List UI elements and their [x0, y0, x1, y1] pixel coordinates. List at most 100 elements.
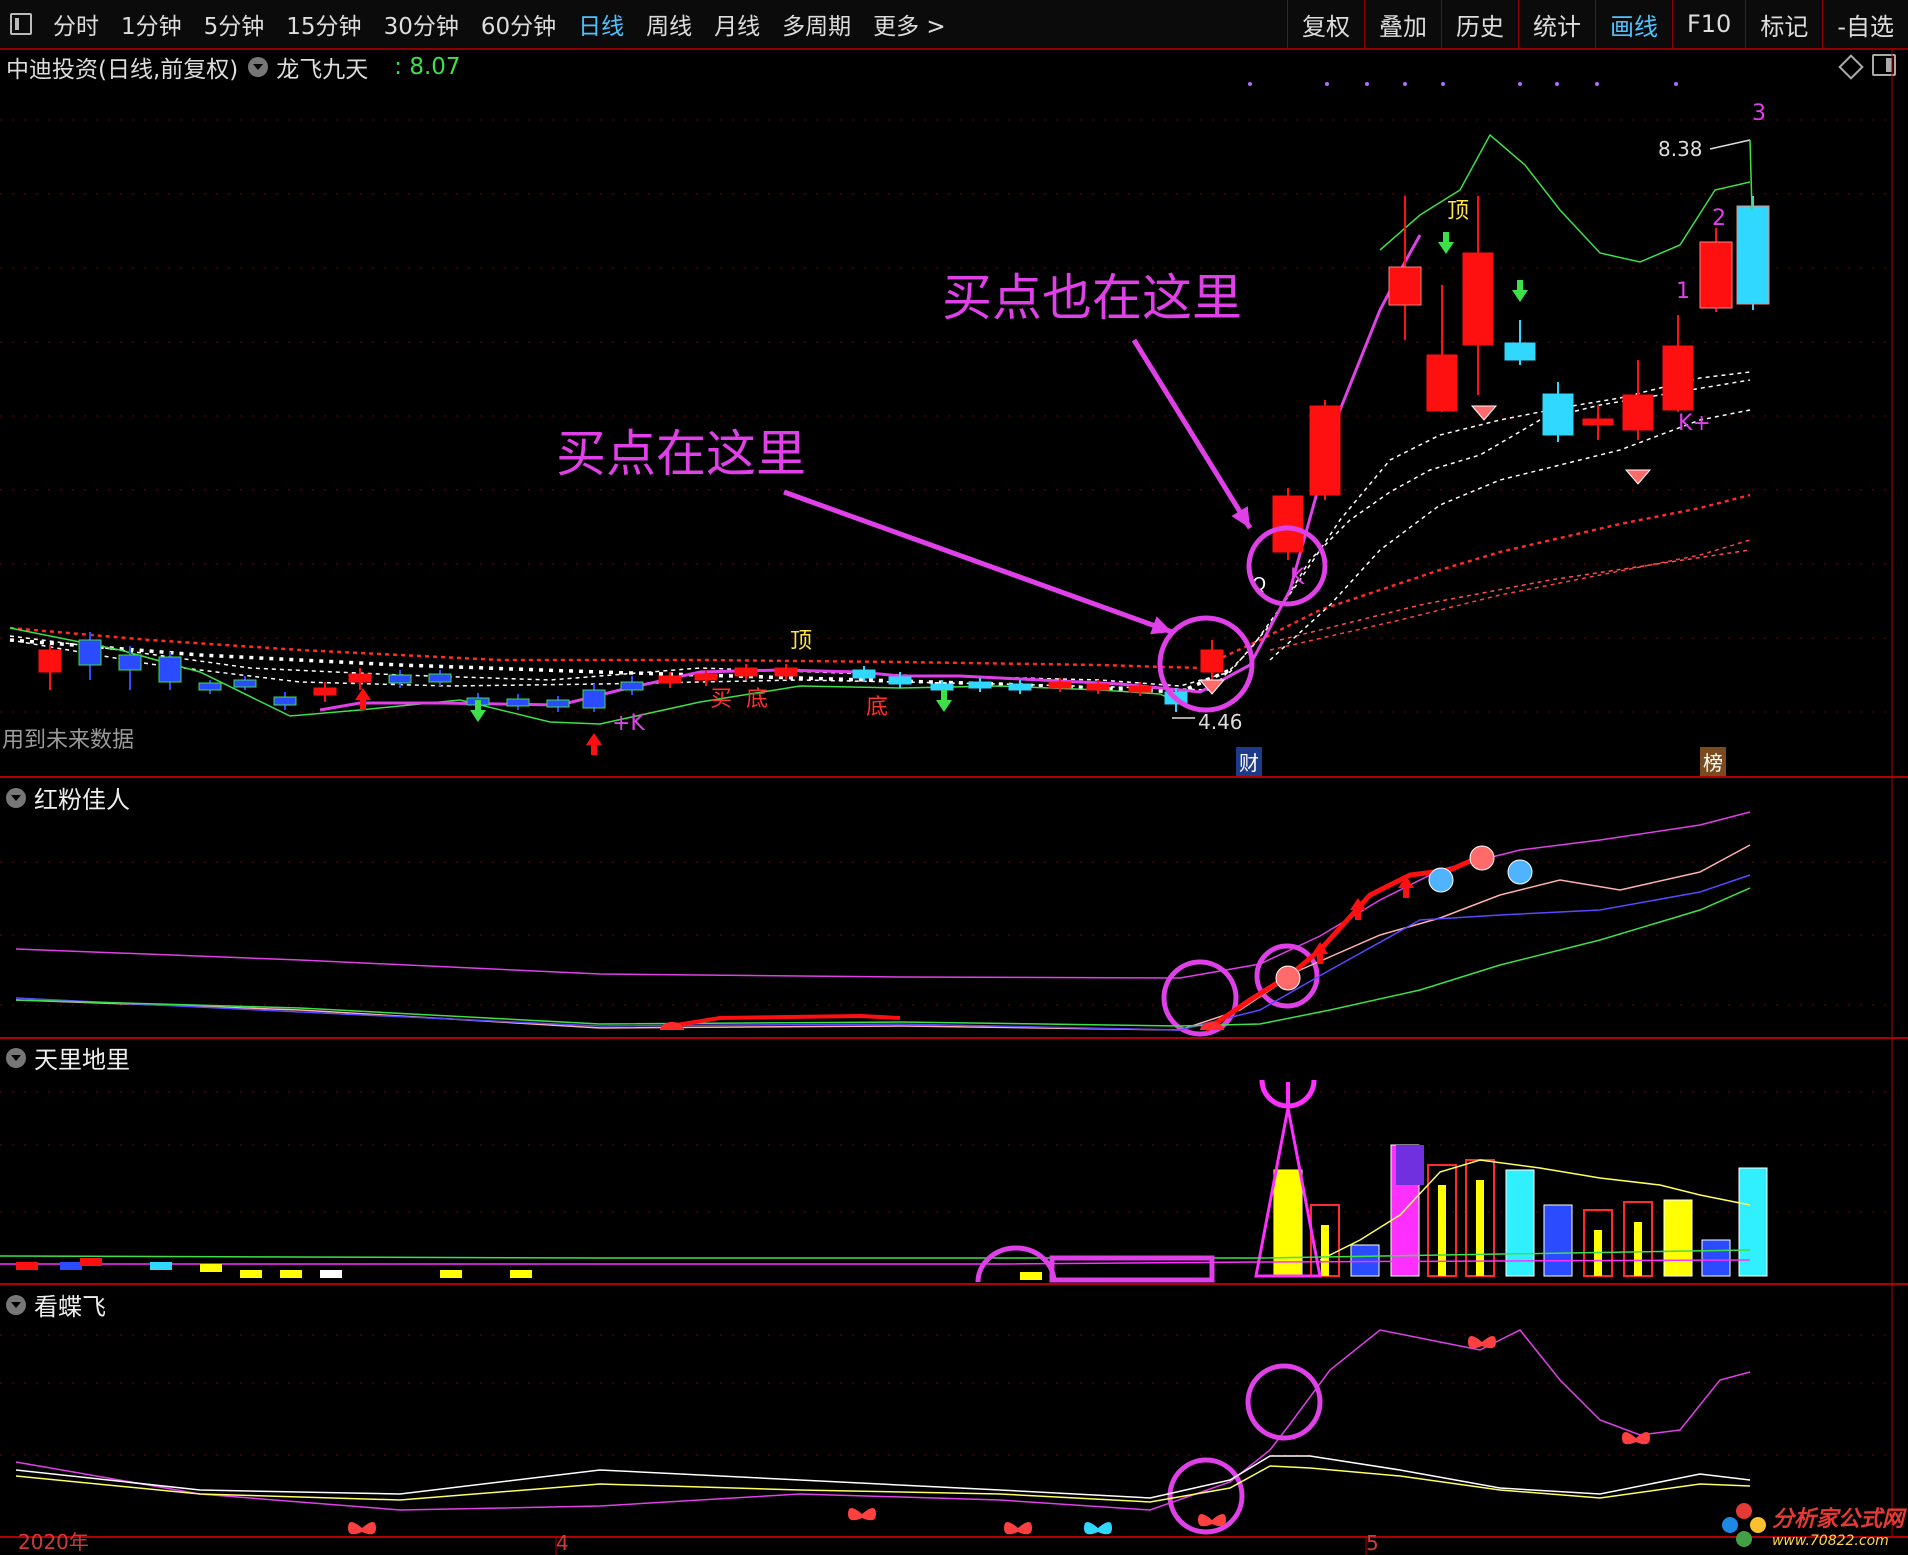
- watermark-name: 分析家公式网: [1771, 1507, 1904, 1532]
- stock-chart-app: 分时 1分钟 5分钟 15分钟 30分钟 60分钟 日线 周线 月线 多周期 更…: [0, 0, 1908, 1555]
- ma-line-white-dashed: [9, 379, 1751, 687]
- chevron-down-icon[interactable]: [6, 1294, 26, 1315]
- candle-body: [1737, 205, 1769, 305]
- candle-body: [1086, 683, 1110, 691]
- signal-dot: [1248, 82, 1252, 86]
- small-volume-bar: [200, 1264, 222, 1272]
- down-arrow-icon: [1512, 280, 1528, 302]
- highlight-arc: [975, 1245, 1057, 1283]
- signal-dot: [1595, 82, 1599, 86]
- candle-body: [313, 687, 337, 696]
- candle-body: [546, 699, 570, 708]
- candle-body: [388, 674, 412, 684]
- candle-body: [620, 681, 644, 691]
- hongfen-magenta-line: [15, 811, 1751, 979]
- high-price-label: 8.38: [1658, 137, 1703, 161]
- buy-point-annotation: 买点在这里: [556, 425, 806, 483]
- wave-count-label: 1: [1676, 279, 1690, 304]
- candle-body: [930, 683, 954, 691]
- volume-bar: [1274, 1170, 1302, 1276]
- wave-count-label: 2: [1712, 206, 1726, 231]
- small-volume-bar: [80, 1258, 102, 1266]
- small-volume-bar: [240, 1270, 262, 1278]
- chevron-down-icon[interactable]: [6, 1047, 26, 1068]
- low-price-label: 4.46: [1198, 710, 1243, 734]
- small-volume-bar: [60, 1262, 82, 1270]
- price-pointer: [1749, 139, 1753, 211]
- panel-kandiefei-label[interactable]: 看蝶飞: [34, 1287, 106, 1322]
- annotation-arrow-1-head: [1150, 616, 1172, 635]
- butterfly-icon: [1084, 1522, 1112, 1535]
- volume-bar-inner: [1634, 1222, 1642, 1276]
- volume-bar: [1543, 1204, 1573, 1277]
- small-volume-bar: [280, 1270, 302, 1278]
- chevron-down-icon[interactable]: [6, 787, 26, 808]
- panel-tianli-label[interactable]: 天里地里: [34, 1040, 130, 1075]
- signal-dot: [1403, 82, 1407, 86]
- site-watermark: 分析家公式网 www.70822.com: [1721, 1501, 1904, 1549]
- small-volume-bar: [16, 1262, 38, 1270]
- ball-signal-icon: [1275, 965, 1301, 991]
- volume-bar: [1505, 1169, 1535, 1277]
- signal-dot: [1518, 82, 1522, 86]
- ma-line-white-dashed: [1269, 409, 1751, 661]
- rank-badge[interactable]: 榜: [1700, 747, 1726, 776]
- hongfen-pink-line: [15, 844, 1751, 1031]
- candle-body: [348, 673, 372, 683]
- watermark-url: www.70822.com: [1771, 1533, 1889, 1549]
- volume-bar-inner: [1438, 1185, 1446, 1276]
- candle-body: [78, 639, 102, 666]
- small-volume-bar: [440, 1270, 462, 1278]
- small-volume-bar: [150, 1262, 172, 1270]
- candle-body: [1008, 683, 1032, 691]
- volume-bar-inner: [1321, 1225, 1329, 1276]
- finance-badge[interactable]: 财: [1236, 747, 1262, 776]
- candle-body: [1272, 495, 1304, 553]
- volume-bar-top: [1396, 1145, 1424, 1185]
- candle-body: [428, 673, 452, 683]
- panel-hongfen-label[interactable]: 红粉佳人: [34, 780, 130, 815]
- small-volume-bar: [1020, 1272, 1042, 1280]
- k-plus-signal-label: K+: [1678, 411, 1711, 436]
- ma-line-red-dashed: [1279, 549, 1751, 641]
- candle-body: [273, 696, 297, 706]
- tianli-magenta-line: [0, 1259, 1751, 1265]
- wave-count-label: 3: [1752, 101, 1766, 126]
- top-signal-label: 顶: [790, 629, 812, 654]
- annotation-arrow-1: [783, 489, 1173, 635]
- butterfly-icon: [1004, 1522, 1032, 1535]
- annotation-arrow-2: [1131, 338, 1253, 530]
- butterfly-icon: [1198, 1514, 1226, 1527]
- candle-body: [888, 676, 912, 685]
- flower-logo-icon: [1721, 1503, 1766, 1547]
- date-label-year: 2020年: [18, 1530, 89, 1554]
- candle-body: [233, 679, 257, 688]
- price-pointer: [1709, 139, 1751, 150]
- down-arrow-icon: [1438, 232, 1454, 254]
- candle-body: [658, 675, 682, 684]
- panel-hongfen-title: 红粉佳人: [6, 780, 130, 815]
- candle-body: [506, 698, 530, 707]
- candle-body: [582, 689, 606, 709]
- panel-kandiefei-title: 看蝶飞: [6, 1287, 106, 1322]
- top-signal-label: 顶: [1447, 199, 1469, 224]
- signal-dot: [1325, 82, 1329, 86]
- candle-body: [694, 673, 718, 681]
- ma-line-white-dashed: [9, 371, 1751, 691]
- butterfly-icon: [348, 1522, 376, 1535]
- candle-body: [1200, 649, 1224, 673]
- candle-body: [198, 682, 222, 691]
- panel-tianli-title: 天里地里: [6, 1040, 130, 1075]
- butterfly-icon: [1468, 1336, 1496, 1349]
- candle-body: [1309, 405, 1341, 496]
- candle-body: [38, 649, 62, 673]
- diamond-signal-icon: [1198, 679, 1226, 695]
- k-signal-label: K: [1290, 565, 1305, 590]
- candle-body: [1128, 685, 1152, 693]
- tianli-green-line: [0, 1249, 1751, 1259]
- highlight-rect: [1049, 1255, 1215, 1283]
- candle-body: [734, 667, 758, 677]
- signal-dot: [1674, 82, 1678, 86]
- bottom-signal-label: 底: [746, 687, 768, 712]
- up-arrow-icon: [586, 733, 602, 755]
